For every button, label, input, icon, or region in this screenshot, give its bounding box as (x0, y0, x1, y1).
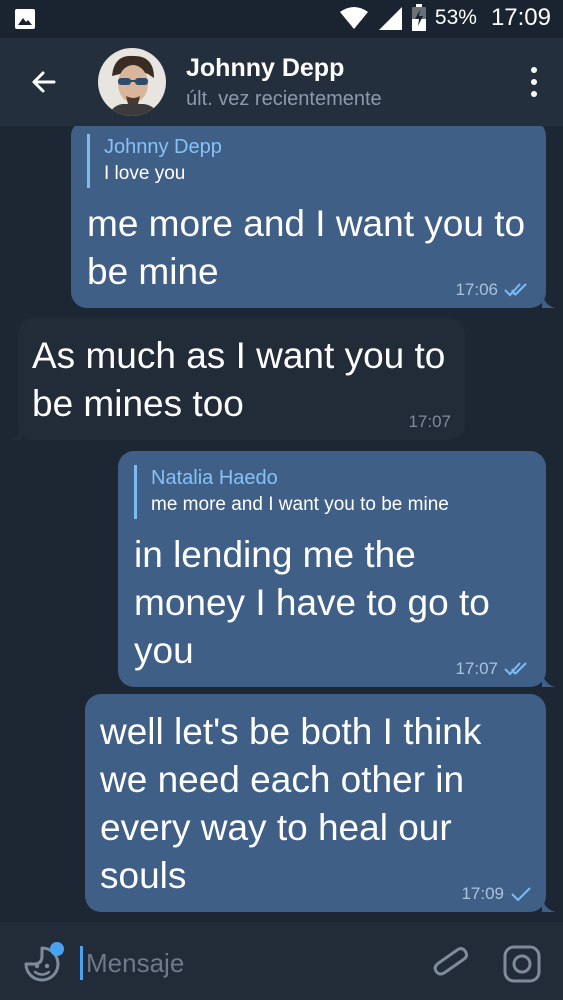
reply-sender-name: Natalia Haedo (151, 467, 278, 489)
message-bubble-outgoing[interactable]: well let's be both I think we need each … (85, 694, 556, 912)
contact-name[interactable]: Johnny Depp (186, 54, 344, 83)
reply-sender-name: Johnny Depp (104, 136, 222, 158)
reply-text: me more and I want you to be mine (151, 494, 449, 515)
text-cursor (80, 946, 83, 980)
message-input-bar (0, 922, 563, 1000)
message-text: well let's be both I think we need each … (100, 711, 482, 896)
battery-icon (411, 4, 426, 31)
message-time: 17:06 (455, 280, 498, 299)
message-time: 17:09 (461, 884, 504, 903)
signal-icon (378, 7, 402, 30)
message-input[interactable] (84, 942, 408, 984)
message-text: in lending me the money I have to go to … (134, 534, 490, 671)
single-check-icon (511, 887, 531, 902)
message-time: 17:07 (408, 412, 451, 431)
status-time: 17:09 (490, 4, 551, 31)
message-bubble-outgoing[interactable]: Natalia Haedo me more and I want you to … (118, 451, 556, 687)
message-list[interactable]: Johnny Depp I love you me more and I wan… (0, 126, 563, 922)
notification-dot (50, 942, 64, 956)
message-bubble-incoming[interactable]: As much as I want you to be mines too 17… (8, 318, 465, 440)
double-check-icon (504, 662, 527, 676)
contact-last-seen: últ. vez recientemente (186, 88, 382, 110)
image-icon (15, 9, 35, 29)
reply-text: I love you (104, 163, 186, 184)
battery-percent: 53% (434, 6, 477, 29)
chat-header: Johnny Depp últ. vez recientemente (0, 38, 563, 126)
reply-quote[interactable]: Johnny Depp I love you (87, 134, 528, 188)
camera-icon[interactable] (502, 944, 542, 984)
message-time: 17:07 (455, 659, 498, 678)
more-vertical-icon[interactable] (529, 66, 539, 98)
reply-quote[interactable]: Natalia Haedo me more and I want you to … (134, 465, 528, 519)
back-arrow-icon[interactable] (24, 62, 64, 102)
wifi-icon (339, 7, 368, 29)
message-bubble-outgoing[interactable]: Johnny Depp I love you me more and I wan… (71, 126, 556, 308)
avatar[interactable] (98, 48, 166, 116)
paperclip-icon[interactable] (432, 942, 470, 984)
message-text: As much as I want you to be mines too (32, 335, 446, 424)
status-bar: 53% 17:09 (0, 0, 563, 38)
double-check-icon (504, 283, 527, 297)
